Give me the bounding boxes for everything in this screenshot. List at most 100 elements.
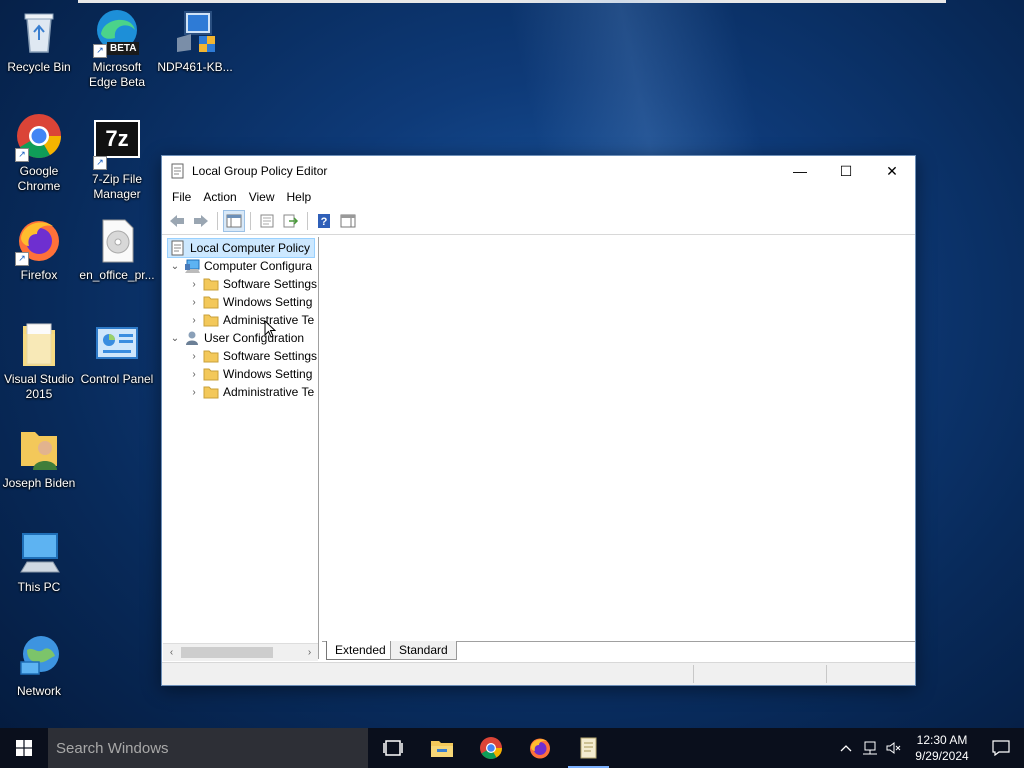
- menu-action[interactable]: Action: [197, 190, 242, 204]
- windows-logo-icon: [16, 740, 32, 756]
- minimize-button[interactable]: —: [777, 156, 823, 186]
- details-pane: [319, 237, 915, 659]
- title-bar[interactable]: Local Group Policy Editor — ☐ ✕: [162, 156, 915, 186]
- scrollbar-thumb[interactable]: [181, 647, 273, 658]
- chevron-right-icon[interactable]: ›: [187, 275, 201, 293]
- desktop-icon-label: NDP461-KB...: [157, 60, 233, 74]
- taskbar-group-policy-editor[interactable]: [564, 728, 613, 768]
- volume-muted-icon[interactable]: [882, 728, 906, 768]
- desktop-icon-office-iso[interactable]: en_office_pr...: [78, 212, 156, 283]
- tree-item-user-configuration[interactable]: ⌄ User Configuration: [168, 329, 304, 347]
- tree-item-user-administrative-templates[interactable]: › Administrative Te: [187, 383, 314, 401]
- tree-item-label: User Configuration: [204, 331, 305, 345]
- show-hide-action-pane-button[interactable]: [337, 210, 359, 232]
- desktop-icon-label: Control Panel: [80, 372, 154, 386]
- desktop-icon-label: Firefox: [20, 268, 58, 282]
- folder-icon: [203, 276, 219, 292]
- action-pane-icon: [340, 214, 356, 228]
- search-box[interactable]: Search Windows: [48, 728, 368, 768]
- scroll-left-icon[interactable]: ‹: [163, 644, 180, 661]
- desktop-icon-label: 7-Zip File Manager: [91, 172, 142, 201]
- desktop-icon-control-panel[interactable]: Control Panel: [78, 316, 156, 387]
- chevron-right-icon[interactable]: ›: [187, 293, 201, 311]
- tree-item-user-windows-settings[interactable]: › Windows Setting: [187, 365, 312, 383]
- folder-icon: [203, 384, 219, 400]
- system-tray: 12:30 AM 9/29/2024: [834, 728, 1024, 768]
- export-list-button[interactable]: [280, 210, 302, 232]
- console-tree: Local Computer Policy ⌄ Computer Configu…: [163, 237, 319, 659]
- help-button[interactable]: ?: [313, 210, 335, 232]
- firefox-icon: [529, 738, 550, 759]
- desktop-icon-network[interactable]: Network: [0, 628, 78, 699]
- policy-document-icon: [170, 240, 186, 256]
- tree-item-user-software-settings[interactable]: › Software Settings: [187, 347, 317, 365]
- policy-document-icon: [171, 163, 185, 179]
- desktop-icon-label: Recycle Bin: [7, 60, 71, 74]
- chevron-up-icon[interactable]: [834, 728, 858, 768]
- computer-icon: [15, 528, 63, 576]
- desktop-icon-firefox[interactable]: ↗ Firefox: [0, 212, 78, 283]
- tree-item-computer-configuration[interactable]: ⌄ Computer Configura: [168, 257, 312, 275]
- toolbar-separator: [250, 212, 251, 230]
- desktop-icon-edge-beta[interactable]: BETA ↗ Microsoft Edge Beta: [78, 4, 156, 90]
- export-list-icon: [283, 214, 299, 228]
- tree-item-local-computer-policy[interactable]: Local Computer Policy: [167, 238, 315, 258]
- chevron-right-icon[interactable]: ›: [187, 365, 201, 383]
- taskbar-chrome[interactable]: [466, 728, 515, 768]
- tree-item-windows-settings[interactable]: › Windows Setting: [187, 293, 312, 311]
- folder-icon: [203, 294, 219, 310]
- folder-icon: [203, 348, 219, 364]
- start-button[interactable]: [0, 728, 48, 768]
- scroll-right-icon[interactable]: ›: [301, 644, 318, 661]
- chrome-icon: [479, 737, 502, 759]
- tab-extended[interactable]: Extended: [326, 641, 394, 660]
- network-status-icon[interactable]: [858, 728, 882, 768]
- desktop-icon-user-folder[interactable]: Joseph Biden: [0, 420, 78, 491]
- desktop-icon-visual-studio[interactable]: Visual Studio 2015: [0, 316, 78, 402]
- computer-config-icon: [184, 258, 200, 274]
- properties-button[interactable]: [256, 210, 278, 232]
- desktop-icon-label: Microsoft Edge Beta: [88, 60, 146, 89]
- back-button[interactable]: [166, 210, 188, 232]
- taskbar: Search Windows 12:30 AM 9/29/2024: [0, 728, 1024, 768]
- shortcut-arrow-icon: ↗: [93, 44, 107, 58]
- tab-standard[interactable]: Standard: [390, 641, 457, 660]
- menu-help[interactable]: Help: [281, 190, 318, 204]
- tree-item-label: Windows Setting: [223, 367, 313, 381]
- notifications-icon: [992, 740, 1010, 756]
- chevron-down-icon[interactable]: ⌄: [168, 329, 182, 347]
- chevron-right-icon[interactable]: ›: [187, 347, 201, 365]
- policy-document-icon: [580, 737, 596, 759]
- tree-item-administrative-templates[interactable]: › Administrative Te: [187, 311, 314, 329]
- tree-item-software-settings[interactable]: › Software Settings: [187, 275, 317, 293]
- taskbar-file-explorer[interactable]: [417, 728, 466, 768]
- close-button[interactable]: ✕: [869, 156, 915, 186]
- tree-horizontal-scrollbar[interactable]: ‹ ›: [163, 643, 318, 661]
- task-view-button[interactable]: [368, 728, 417, 768]
- show-hide-console-tree-button[interactable]: [223, 210, 245, 232]
- menu-bar: File Action View Help: [162, 186, 915, 208]
- svg-text:?: ?: [321, 216, 328, 228]
- menu-file[interactable]: File: [166, 190, 197, 204]
- control-panel-icon: [93, 320, 141, 368]
- forward-button[interactable]: [190, 210, 212, 232]
- desktop-icon-ndp461[interactable]: NDP461-KB...: [156, 4, 234, 75]
- desktop-icon-label: Visual Studio 2015: [4, 372, 74, 401]
- chevron-down-icon[interactable]: ⌄: [168, 257, 182, 275]
- view-tabs: Extended Standard: [322, 641, 915, 661]
- desktop-icon-7zip[interactable]: 7z ↗ 7-Zip File Manager: [78, 116, 156, 202]
- tree-item-label: Computer Configura: [204, 259, 313, 273]
- chevron-right-icon[interactable]: ›: [187, 383, 201, 401]
- clock[interactable]: 12:30 AM 9/29/2024: [906, 732, 978, 764]
- maximize-button[interactable]: ☐: [823, 156, 869, 186]
- menu-view[interactable]: View: [243, 190, 281, 204]
- desktop-icon-recycle-bin[interactable]: Recycle Bin: [0, 4, 78, 75]
- taskbar-firefox[interactable]: [515, 728, 564, 768]
- chevron-right-icon[interactable]: ›: [187, 311, 201, 329]
- action-center-button[interactable]: [978, 728, 1024, 768]
- status-separator: [693, 665, 694, 683]
- desktop-icon-this-pc[interactable]: This PC: [0, 524, 78, 595]
- desktop-icon-chrome[interactable]: ↗ Google Chrome: [0, 108, 78, 194]
- tree-item-label: Windows Setting: [223, 295, 313, 309]
- window-title: Local Group Policy Editor: [192, 164, 328, 178]
